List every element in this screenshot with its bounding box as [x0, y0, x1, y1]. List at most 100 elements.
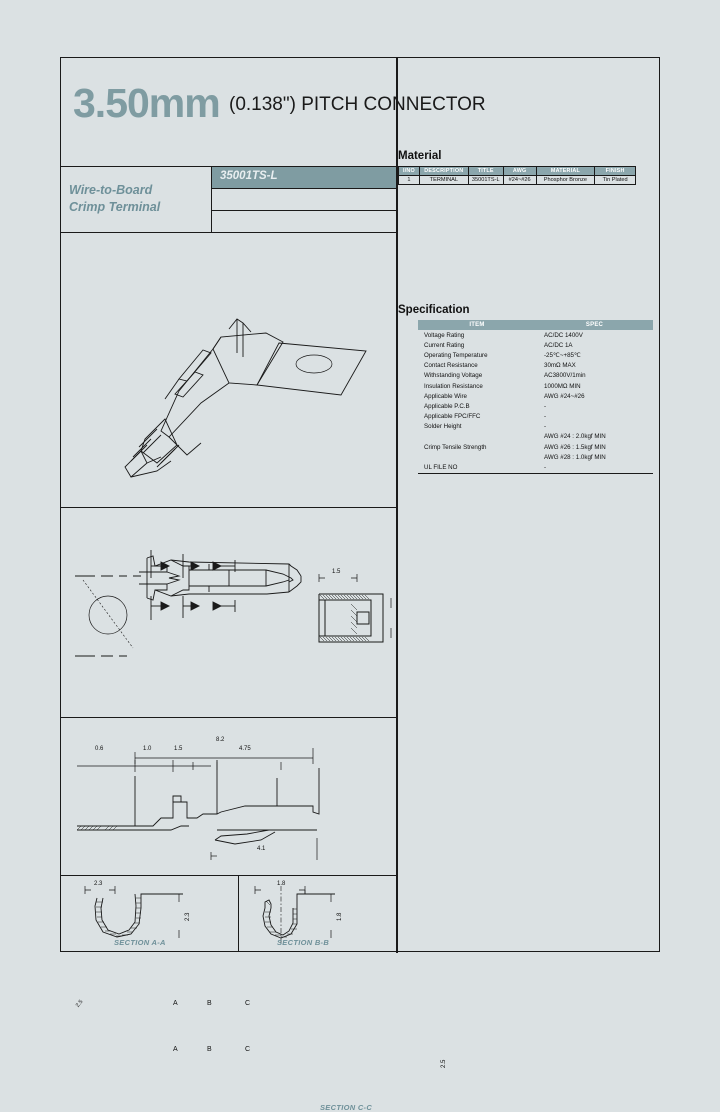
datasheet-sheet: 3.50mm (0.138") PITCH CONNECTOR Wire-to-…: [60, 57, 660, 1112]
spec-item: UL FILE NO: [418, 462, 536, 474]
page-title-sub: (0.138") PITCH CONNECTOR: [229, 94, 486, 115]
material-col-title: TITLE: [467, 166, 504, 176]
table-row: Applicable Wire AWG #24~#26: [418, 391, 653, 401]
part-number: 35001TS-L: [220, 170, 278, 182]
table-row: Applicable P.C.B -: [418, 401, 653, 411]
plan-mark-b-bottom: B: [207, 1046, 212, 1053]
material-col-material: MATERIAL: [535, 166, 596, 176]
material-col-ino: I/NO: [398, 166, 420, 176]
section-aa-dim-height: 2.3: [185, 912, 191, 921]
section-cc-dim-height: 2.5: [441, 1059, 447, 1068]
plan-mark-a-top: A: [173, 1000, 178, 1007]
section-bb-dim-width: 1.8: [277, 881, 286, 887]
table-row: AWG #24 : 2.0kgf MIN: [418, 432, 653, 442]
table-row: Solder Height -: [418, 422, 653, 432]
material-cell-awg: #24~#26: [502, 175, 537, 185]
title-block-rule-2: [212, 210, 396, 212]
isometric-terminal-drawing: [124, 318, 367, 478]
spec-item: [418, 452, 536, 462]
material-cell-finish: Tin Plated: [594, 175, 636, 185]
spec-col-item: ITEM: [418, 320, 536, 330]
side-dim-2: 1.0: [143, 746, 152, 752]
side-dim-1: 0.6: [95, 746, 104, 752]
material-table: I/NO DESCRIPTION TITLE AWG MATERIAL FINI…: [398, 166, 636, 185]
spec-value: -: [544, 402, 547, 410]
spec-value: 1000MΩ MIN: [544, 382, 581, 390]
table-row: Crimp Tensile Strength AWG #26 : 1.5kgf M…: [418, 442, 653, 452]
isometric-view-area: [61, 233, 396, 508]
spec-table-header-row: ITEM SPEC: [418, 320, 653, 330]
table-row: Contact Resistance 30mΩ MAX: [418, 361, 653, 371]
spec-item: Applicable FPC/FFC: [424, 413, 481, 421]
spec-col-spec: SPEC: [536, 320, 653, 330]
spec-value-crimp-3: AWG #28 : 1.0kgf MIN: [544, 453, 606, 461]
spec-value: -: [536, 462, 653, 474]
title-block: Wire-to-Board Crimp Terminal 35001TS-L: [61, 166, 396, 233]
side-dim-4: 4.75: [239, 746, 251, 752]
spec-item-crimp: Crimp Tensile Strength: [424, 443, 487, 451]
specification-heading: Specification: [398, 304, 470, 316]
page-title-main: 3.50mm: [73, 80, 221, 126]
specification-table: ITEM SPEC Voltage Rating AC/DC 1400V Curr…: [418, 320, 653, 474]
material-cell-material: Phosphor Bronze: [535, 175, 596, 185]
side-dim-5: 4.1: [257, 846, 266, 852]
spec-item: Solder Height: [424, 423, 462, 431]
table-row: Operating Temperature -25℃~+85℃: [418, 350, 653, 360]
section-aa-area: 2.3 2.3 SECTION A-A: [61, 876, 238, 952]
plan-leader-note: 2.5: [75, 998, 85, 1009]
section-bb-area: 1.8 1.8 SECTION B-B: [238, 876, 396, 952]
material-col-description: DESCRIPTION: [418, 166, 469, 176]
table-row: 1 TERMINAL 35001TS-L #24~#26 Phosphor Br…: [398, 175, 636, 185]
section-bb-dim-height: 1.8: [337, 912, 343, 921]
material-heading: Material: [398, 150, 442, 162]
spec-item: Withstanding Voltage: [424, 372, 483, 380]
sheet-header: 3.50mm (0.138") PITCH CONNECTOR: [61, 58, 486, 163]
spec-value-crimp-1: AWG #24 : 2.0kgf MIN: [544, 433, 606, 441]
spec-value-crimp-2: AWG #26 : 1.5kgf MIN: [544, 443, 606, 451]
side-view-area: 8.2 0.6 1.0 1.5 4.75 4.1: [61, 718, 396, 876]
table-row: AWG #28 : 1.0kgf MIN: [418, 452, 653, 462]
plan-mark-a-bottom: A: [173, 1046, 178, 1053]
spec-item: Contact Resistance: [424, 362, 478, 370]
spec-value: -25℃~+85℃: [544, 351, 581, 359]
title-block-rule-1: [212, 188, 396, 190]
section-cc-label: SECTION C-C: [320, 1103, 373, 1112]
spec-value: AC/DC 1400V: [544, 331, 583, 339]
spec-value: AWG #24~#26: [544, 392, 585, 400]
column-divider: [396, 58, 398, 953]
table-row: UL FILE NO -: [418, 462, 653, 474]
table-row: Withstanding Voltage AC3800V/1min: [418, 371, 653, 381]
material-table-header-row: I/NO DESCRIPTION TITLE AWG MATERIAL FINI…: [398, 166, 636, 176]
material-col-awg: AWG: [502, 166, 537, 176]
plan-view-area: 1.5 2.5 A B C A B C SECTION C-C 2.5: [61, 508, 447, 1112]
spec-item: Applicable Wire: [424, 392, 467, 400]
spec-value: AC3800V/1min: [544, 372, 586, 380]
spec-value: -: [544, 413, 547, 421]
table-row: Insulation Resistance 1000MΩ MIN: [418, 381, 653, 391]
part-number-cell: 35001TS-L: [212, 167, 396, 188]
material-col-finish: FINISH: [594, 166, 636, 176]
plan-view-drawing: [75, 550, 392, 657]
plan-mark-b-top: B: [207, 1000, 212, 1007]
section-aa-label: SECTION A-A: [114, 938, 166, 947]
spec-item: Operating Temperature: [424, 351, 488, 359]
section-aa-dim-width: 2.3: [94, 881, 103, 887]
table-row: Applicable FPC/FFC -: [418, 412, 653, 422]
plan-mark-c-bottom: C: [245, 1046, 251, 1053]
spec-item: Voltage Rating: [424, 331, 465, 339]
material-cell-title: 35001TS-L: [467, 175, 504, 185]
material-cell-description: TERMINAL: [418, 175, 469, 185]
spec-item: Applicable P.C.B: [424, 402, 470, 410]
section-bb-label: SECTION B-B: [277, 938, 330, 947]
material-cell-ino: 1: [398, 175, 420, 185]
side-view-drawing: [76, 748, 320, 860]
table-row: Current Rating AC/DC 1A: [418, 340, 653, 350]
table-row: Voltage Rating AC/DC 1400V: [418, 330, 653, 340]
product-name-line1: Wire-to-Board: [69, 183, 153, 197]
product-name-line2: Crimp Terminal: [69, 200, 161, 214]
spec-value: -: [544, 423, 547, 431]
spec-value: AC/DC 1A: [544, 341, 573, 349]
spec-item: [418, 432, 536, 442]
side-dim-3: 1.5: [174, 746, 183, 752]
product-name: Wire-to-Board Crimp Terminal: [69, 182, 160, 216]
